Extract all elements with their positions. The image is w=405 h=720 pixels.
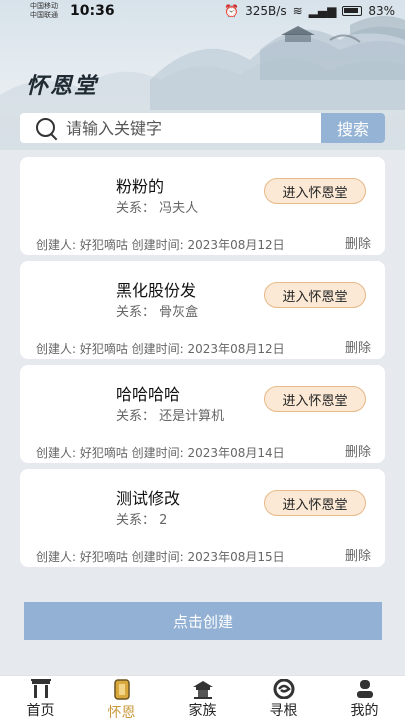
wifi-icon: ≋ [292, 4, 303, 18]
enter-memorial-button[interactable]: 进入怀恩堂 [264, 386, 366, 412]
enter-memorial-button[interactable]: 进入怀恩堂 [264, 490, 366, 516]
memorial-name: 测试修改 [116, 489, 181, 508]
memorial-relation: 关系： 2 [116, 513, 168, 528]
family-pavilion-icon [191, 679, 215, 699]
memorial-relation: 关系： 冯夫人 [116, 201, 199, 216]
memorial-meta: 创建人: 好犯嘀咕 创建时间: 2023年08月14日 [36, 446, 285, 460]
clock: 10:36 [70, 3, 115, 19]
memorial-name: 黑化股份发 [116, 281, 197, 300]
enter-memorial-button[interactable]: 进入怀恩堂 [264, 282, 366, 308]
memorial-card: 黑化股份发 关系： 骨灰盒 进入怀恩堂 创建人: 好犯嘀咕 创建时间: 2023… [20, 261, 385, 359]
tab-profile[interactable]: 我的 [324, 676, 405, 720]
memorial-card: 测试修改 关系： 2 进入怀恩堂 创建人: 好犯嘀咕 创建时间: 2023年08… [20, 469, 385, 567]
tab-memorial[interactable]: 怀恩 [81, 676, 162, 720]
memorial-relation: 关系： 还是计算机 [116, 409, 225, 424]
search-input[interactable] [62, 118, 321, 138]
tab-label: 寻根 [269, 703, 298, 719]
delete-button[interactable]: 删除 [345, 441, 371, 460]
memorial-name: 哈哈哈哈 [116, 385, 181, 404]
memorial-card: 粉粉的 关系： 冯夫人 进入怀恩堂 创建人: 好犯嘀咕 创建时间: 2023年0… [20, 157, 385, 255]
memorial-tablet-icon [110, 679, 134, 701]
status-indicators: ⏰ 325B/s ≋ ▂▄▆ 83% [224, 4, 395, 18]
tab-family[interactable]: 家族 [162, 676, 243, 720]
search-button[interactable]: 搜索 [321, 113, 385, 143]
delete-button[interactable]: 删除 [345, 337, 371, 356]
delete-button[interactable]: 删除 [345, 233, 371, 252]
app-logo: 怀恩堂 [26, 73, 99, 99]
memorial-meta: 创建人: 好犯嘀咕 创建时间: 2023年08月15日 [36, 550, 285, 564]
memorial-meta: 创建人: 好犯嘀咕 创建时间: 2023年08月12日 [36, 238, 285, 252]
tab-label: 首页 [26, 703, 55, 719]
carrier-2: 中国联通 [30, 11, 58, 19]
tab-roots[interactable]: 寻根 [243, 676, 324, 720]
battery-icon [342, 6, 363, 16]
profile-icon [353, 679, 377, 699]
signal-icon: ▂▄▆ [308, 4, 337, 18]
alarm-icon: ⏰ [224, 4, 240, 18]
delete-button[interactable]: 删除 [345, 545, 371, 564]
roots-swirl-icon [272, 679, 296, 699]
battery-level: 83% [368, 4, 395, 18]
memorial-meta: 创建人: 好犯嘀咕 创建时间: 2023年08月12日 [36, 342, 285, 356]
search-icon [32, 113, 62, 143]
memorial-name: 粉粉的 [116, 177, 165, 196]
tab-home[interactable]: 首页 [0, 676, 81, 720]
tab-label: 怀恩 [107, 705, 136, 720]
tab-label: 我的 [350, 703, 379, 719]
status-bar: 中国移动 中国联通 10:36 ⏰ 325B/s ≋ ▂▄▆ 83% [0, 0, 405, 24]
tab-label: 家族 [188, 703, 217, 719]
create-button[interactable]: 点击创建 [24, 602, 382, 640]
search-bar: 搜索 [20, 113, 385, 143]
enter-memorial-button[interactable]: 进入怀恩堂 [264, 178, 366, 204]
home-gate-icon [29, 679, 53, 699]
memorial-relation: 关系： 骨灰盒 [116, 305, 199, 320]
memorial-card: 哈哈哈哈 关系： 还是计算机 进入怀恩堂 创建人: 好犯嘀咕 创建时间: 202… [20, 365, 385, 463]
bottom-tab-bar: 首页 怀恩 家族 寻根 我的 [0, 675, 405, 720]
carrier-info: 中国移动 中国联通 [30, 2, 58, 20]
network-speed: 325B/s [245, 4, 287, 18]
carrier-1: 中国移动 [30, 2, 58, 10]
